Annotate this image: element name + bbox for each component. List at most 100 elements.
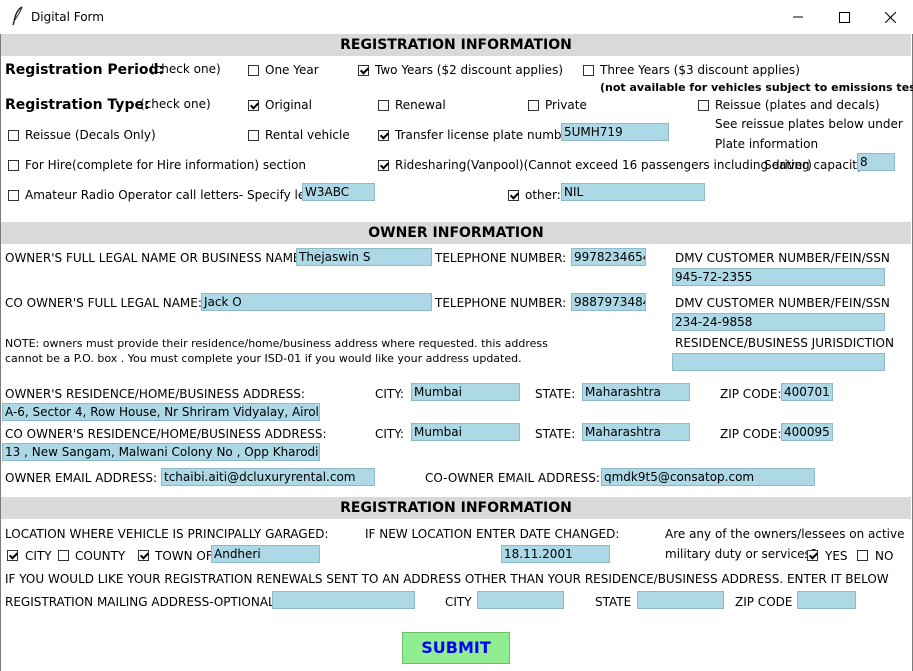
- close-icon: [884, 11, 896, 23]
- reissue-note-line1: See reissue plates below under: [715, 117, 903, 131]
- section-header-registration-location: REGISTRATION INFORMATION: [1, 497, 911, 519]
- registration-type-label: Registration Type:: [5, 97, 150, 113]
- coowner-state-field[interactable]: Maharashtra: [582, 423, 690, 441]
- mailing-address-label: REGISTRATION MAILING ADDRESS-OPTIONAL: [5, 595, 275, 609]
- original-label: Original: [265, 98, 312, 112]
- two-years-checkbox[interactable]: [358, 65, 369, 76]
- emissions-note: (not available for vehicles subject to e…: [600, 81, 913, 94]
- town-option-label: TOWN OF: [155, 549, 213, 563]
- city-checkbox[interactable]: [7, 550, 18, 561]
- mailing-city-field[interactable]: [477, 591, 564, 609]
- owner-email-field[interactable]: tchaibi.aiti@dcluxuryrental.com: [161, 468, 375, 486]
- seating-capacity-field[interactable]: 8: [857, 153, 895, 171]
- two-years-label: Two Years ($2 discount applies): [375, 63, 563, 77]
- mailing-state-field[interactable]: [637, 591, 724, 609]
- original-checkbox[interactable]: [248, 100, 259, 111]
- renewal-address-note: IF YOU WOULD LIKE YOUR REGISTRATION RENE…: [5, 572, 889, 586]
- for-hire-checkbox[interactable]: [8, 160, 19, 171]
- registration-period-hint: (check one): [150, 62, 221, 76]
- one-year-checkbox[interactable]: [248, 65, 259, 76]
- registration-period-label: Registration Period:: [5, 62, 165, 78]
- military-question-line1: Are any of the owners/lessees on active: [665, 527, 905, 541]
- reissue-note-line2: Plate information: [715, 137, 819, 151]
- owner-state-label: STATE:: [535, 387, 576, 401]
- private-label: Private: [545, 98, 587, 112]
- coowner-dmv-field[interactable]: 234-24-9858: [672, 313, 885, 331]
- owner-dmv-field[interactable]: 945-72-2355: [672, 268, 885, 286]
- reissue-plates-label: Reissue (plates and decals): [715, 98, 880, 112]
- close-button[interactable]: [867, 0, 913, 34]
- owner-zip-label: ZIP CODE:: [720, 387, 782, 401]
- maximize-button[interactable]: [821, 0, 867, 34]
- one-year-label: One Year: [265, 63, 319, 77]
- coowner-phone-field[interactable]: 9887973484: [571, 293, 646, 311]
- owner-phone-field[interactable]: 9978234654: [571, 248, 646, 266]
- title-bar: Digital Form: [0, 0, 913, 35]
- mailing-state-label: STATE: [595, 595, 632, 609]
- reissue-decals-checkbox[interactable]: [8, 130, 19, 141]
- address-note-line2: cannot be a P.O. box . You must complete…: [5, 352, 522, 365]
- owner-address-label: OWNER'S RESIDENCE/HOME/BUSINESS ADDRESS:: [5, 387, 305, 401]
- jurisdiction-field[interactable]: [672, 353, 885, 371]
- county-option-label: COUNTY: [75, 549, 126, 563]
- owner-city-label: CITY:: [375, 387, 405, 401]
- transfer-plate-field[interactable]: 5UMH719: [561, 123, 669, 141]
- coowner-zip-label: ZIP CODE:: [720, 427, 782, 441]
- amateur-radio-checkbox[interactable]: [8, 190, 19, 201]
- military-no-label: NO: [875, 549, 894, 563]
- coowner-email-label: CO-OWNER EMAIL ADDRESS:: [425, 471, 600, 485]
- military-yes-label: YES: [825, 549, 848, 563]
- owner-state-field[interactable]: Maharashtra: [582, 383, 690, 401]
- city-option-label: CITY: [25, 549, 52, 563]
- window-title: Digital Form: [31, 10, 104, 24]
- mailing-zip-label: ZIP CODE: [735, 595, 793, 609]
- reissue-plates-checkbox[interactable]: [698, 100, 709, 111]
- owner-name-label: OWNER'S FULL LEGAL NAME OR BUSINESS NAME…: [5, 251, 305, 265]
- minimize-icon: [793, 16, 803, 18]
- feather-icon: [12, 6, 23, 26]
- private-checkbox[interactable]: [528, 100, 539, 111]
- renewal-checkbox[interactable]: [378, 100, 389, 111]
- coowner-name-field[interactable]: Jack O: [201, 293, 432, 311]
- owner-email-label: OWNER EMAIL ADDRESS:: [5, 471, 158, 485]
- military-question-line2: military duty or services?: [665, 547, 818, 561]
- date-changed-label: IF NEW LOCATION ENTER DATE CHANGED:: [365, 527, 620, 541]
- mailing-city-label: CITY: [445, 595, 472, 609]
- coowner-address-field[interactable]: 13 , New Sangam, Malwani Colony No , Opp…: [2, 443, 320, 461]
- rental-label: Rental vehicle: [265, 128, 350, 142]
- owner-dmv-label: DMV CUSTOMER NUMBER/FEIN/SSN: [675, 251, 890, 265]
- other-checkbox[interactable]: [508, 190, 519, 201]
- ridesharing-checkbox[interactable]: [378, 160, 389, 171]
- owner-name-field[interactable]: Thejaswin S: [296, 248, 432, 266]
- amateur-radio-label: Amateur Radio Operator call letters- Spe…: [25, 188, 338, 202]
- jurisdiction-label: RESIDENCE/BUSINESS JURISDICTION: [675, 336, 894, 350]
- town-checkbox[interactable]: [138, 550, 149, 561]
- coowner-email-field[interactable]: qmdk9t5@consatop.com: [601, 468, 815, 486]
- minimize-button[interactable]: [775, 0, 821, 34]
- owner-city-field[interactable]: Mumbai: [411, 383, 520, 401]
- rental-checkbox[interactable]: [248, 130, 259, 141]
- other-field[interactable]: NIL: [561, 183, 705, 201]
- date-changed-field[interactable]: 18.11.2001: [501, 545, 610, 563]
- coowner-phone-label: TELEPHONE NUMBER:: [435, 296, 567, 310]
- ridesharing-label: Ridesharing(Vanpool)(Cannot exceed 16 pa…: [395, 158, 812, 172]
- renewal-label: Renewal: [395, 98, 446, 112]
- county-checkbox[interactable]: [58, 550, 69, 561]
- owner-zip-field[interactable]: 400701: [781, 383, 833, 401]
- military-no-checkbox[interactable]: [857, 550, 868, 561]
- three-years-checkbox[interactable]: [583, 65, 594, 76]
- seating-capacity-label: Seating capacity: [764, 158, 865, 172]
- town-field[interactable]: Andheri: [211, 545, 320, 563]
- registration-type-hint: (check one): [140, 97, 211, 111]
- coowner-zip-field[interactable]: 400095: [781, 423, 833, 441]
- military-yes-checkbox[interactable]: [807, 550, 818, 561]
- owner-phone-label: TELEPHONE NUMBER:: [435, 251, 567, 265]
- mailing-zip-field[interactable]: [797, 591, 856, 609]
- transfer-plate-checkbox[interactable]: [378, 130, 389, 141]
- coowner-address-label: CO OWNER'S RESIDENCE/HOME/BUSINESS ADDRE…: [5, 427, 327, 441]
- amateur-radio-field[interactable]: W3ABC: [302, 183, 375, 201]
- mailing-address-field[interactable]: [272, 591, 415, 609]
- coowner-city-field[interactable]: Mumbai: [411, 423, 520, 441]
- owner-address-field[interactable]: A-6, Sector 4, Row House, Nr Shriram Vid…: [2, 403, 320, 421]
- submit-button[interactable]: SUBMIT: [402, 632, 510, 664]
